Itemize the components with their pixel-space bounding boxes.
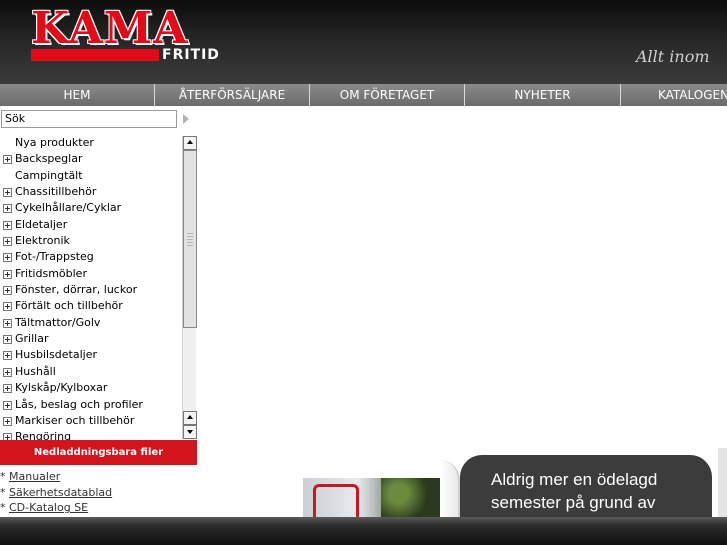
category-label: Rengöring — [15, 430, 72, 440]
expand-plus-icon[interactable] — [3, 367, 12, 377]
expand-plus-icon[interactable] — [3, 400, 12, 410]
expand-plus-icon[interactable] — [3, 253, 12, 263]
category-item[interactable]: Lås, beslag och profiler — [0, 397, 181, 413]
ad-divider — [440, 460, 460, 517]
list-item: * Manualer — [0, 470, 61, 483]
scroll-up-icon[interactable] — [183, 136, 197, 150]
category-label: Backspeglar — [15, 152, 83, 166]
main-nav: HEM ÅTERFÖRSÄLJARE OM FÖRETAGET NYHETER … — [0, 84, 727, 106]
category-item[interactable]: Förtält och tillbehör — [0, 298, 181, 314]
search-input[interactable]: Sök — [1, 110, 177, 128]
tagline: Allt inom — [636, 47, 710, 66]
category-item[interactable]: Fot-/Trappsteg — [0, 249, 181, 265]
expand-plus-icon[interactable] — [3, 204, 12, 214]
category-item[interactable]: Cykelhållare/Cyklar — [0, 200, 181, 216]
category-label: Grillar — [15, 332, 49, 346]
kama-fritid-logo[interactable]: KAMA FRITID — [31, 3, 236, 64]
expand-plus-icon[interactable] — [3, 188, 12, 198]
nav-nyheter[interactable]: NYHETER — [465, 84, 621, 106]
category-tree: Nya produkter Backspeglar Campingtält Chass… — [0, 135, 181, 440]
category-item[interactable]: Fritidsmöbler — [0, 266, 181, 282]
expand-plus-icon[interactable] — [3, 220, 12, 230]
scroll-grip-icon — [187, 233, 193, 247]
expand-plus-icon[interactable] — [3, 335, 12, 345]
category-item[interactable]: Elektronik — [0, 233, 181, 249]
download-link-manualer[interactable]: Manualer — [9, 470, 60, 483]
promo-edge — [718, 448, 727, 517]
category-label: Tältmattor/Golv — [15, 315, 101, 329]
category-label: Cykelhållare/Cyklar — [15, 201, 122, 215]
expand-plus-icon[interactable] — [3, 286, 12, 296]
expand-plus-icon[interactable] — [3, 237, 12, 247]
expand-plus-icon[interactable] — [3, 318, 12, 328]
expand-plus-icon[interactable] — [3, 269, 12, 279]
category-label: Förtält och tillbehör — [15, 299, 123, 313]
category-label: Campingtält — [15, 168, 83, 182]
category-label: Husbilsdetaljer — [15, 348, 98, 362]
expand-plus-icon[interactable] — [3, 416, 12, 426]
category-label: Fot-/Trappsteg — [15, 250, 94, 264]
search-go-arrow-icon[interactable] — [180, 112, 192, 126]
category-item[interactable]: Nya produkter — [0, 135, 181, 151]
promo-line-2: semester på grund av — [491, 493, 656, 512]
category-label: Kylskåp/Kylboxar — [15, 381, 108, 395]
category-item[interactable]: Rengöring — [0, 429, 181, 440]
list-item: * CD-Katalog SE — [0, 501, 89, 514]
expand-plus-icon[interactable] — [3, 351, 12, 361]
category-label: Fritidsmöbler — [15, 266, 87, 280]
download-link-cd-katalog[interactable]: CD-Katalog SE — [9, 501, 88, 514]
logo-fritid-text: FRITID — [162, 47, 220, 63]
logo-kama-text: KAMA — [31, 3, 189, 54]
category-item[interactable]: Chassitillbehör — [0, 184, 181, 200]
downloads-header: Nedladdningsbara filer — [0, 440, 197, 465]
category-item[interactable]: Campingtält — [0, 168, 181, 184]
expand-plus-icon[interactable] — [3, 155, 12, 165]
downloads-list: * Manualer * Säkerhetsdatablad * CD-Kata… — [0, 469, 197, 516]
nav-aterforsaljare[interactable]: ÅTERFÖRSÄLJARE — [155, 84, 310, 106]
category-item[interactable]: Kylskåp/Kylboxar — [0, 380, 181, 396]
category-label: Hushåll — [15, 364, 56, 378]
category-item[interactable]: Markiser och tillbehör — [0, 413, 181, 429]
promo-line-1: Aldrig mer en ödelagd — [491, 470, 658, 489]
category-label: Fönster, dörrar, luckor — [15, 283, 138, 297]
category-item[interactable]: Tältmattor/Golv — [0, 315, 181, 331]
expand-plus-icon[interactable] — [3, 433, 12, 440]
download-link-sakerhetsdatablad[interactable]: Säkerhetsdatablad — [9, 486, 112, 499]
expand-plus-icon[interactable] — [3, 302, 12, 312]
category-label: Chassitillbehör — [15, 185, 97, 199]
category-item[interactable]: Grillar — [0, 331, 181, 347]
scroll-down-icon[interactable] — [183, 425, 197, 439]
scroll-up-icon[interactable] — [183, 411, 197, 425]
category-label: Lås, beslag och profiler — [15, 397, 143, 411]
category-item[interactable]: Eldetaljer — [0, 217, 181, 233]
category-item[interactable]: Fönster, dörrar, luckor — [0, 282, 181, 298]
category-label: Elektronik — [15, 234, 70, 248]
sidebar: Sök Nya produkter Backspeglar Campingtält C… — [0, 106, 197, 517]
scroll-thumb[interactable] — [183, 150, 197, 328]
category-scrollbar[interactable] — [182, 136, 197, 439]
expand-plus-icon[interactable] — [3, 384, 12, 394]
category-item[interactable]: Hushåll — [0, 364, 181, 380]
category-label: Nya produkter — [15, 136, 94, 149]
site-footer — [0, 517, 727, 545]
site-header: KAMA FRITID Allt inom — [0, 0, 727, 84]
category-item[interactable]: Backspeglar — [0, 151, 181, 167]
nav-om-foretaget[interactable]: OM FÖRETAGET — [310, 84, 465, 106]
promo-banner[interactable]: Aldrig mer en ödelagd semester på grund … — [460, 455, 712, 517]
list-item: * Säkerhetsdatablad — [0, 485, 113, 499]
bike-rack-photo[interactable] — [303, 478, 440, 517]
category-label: Eldetaljer — [15, 217, 68, 231]
category-item[interactable]: Husbilsdetaljer — [0, 347, 181, 363]
nav-katalogen[interactable]: KATALOGEN — [621, 84, 727, 106]
category-label: Markiser och tillbehör — [15, 413, 135, 427]
nav-hem[interactable]: HEM — [0, 84, 155, 106]
